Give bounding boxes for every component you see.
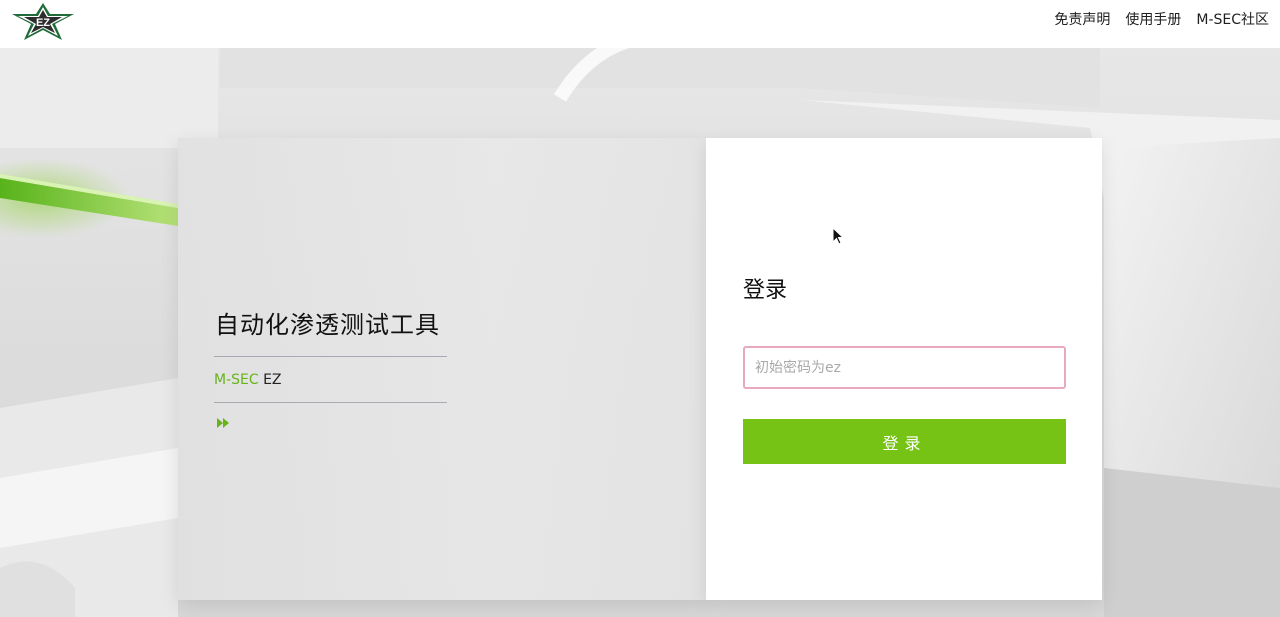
top-navbar: EZ 免责声明 使用手册 M-SEC社区 <box>0 0 1280 48</box>
ez-star-logo-icon[interactable]: EZ <box>10 2 76 42</box>
hero-divider-top <box>214 356 447 357</box>
login-title: 登录 <box>743 278 788 303</box>
login-panel: 登录 登录 <box>706 138 1102 600</box>
password-input[interactable] <box>743 346 1066 389</box>
double-arrow-right-icon[interactable] <box>216 416 230 430</box>
nav-link-disclaimer[interactable]: 免责声明 <box>1054 10 1110 30</box>
hero-panel: 自动化渗透测试工具 M-SEC EZ <box>178 138 706 600</box>
hero-divider-bottom <box>214 402 447 403</box>
logo-text: EZ <box>36 17 50 29</box>
login-button[interactable]: 登录 <box>743 419 1066 464</box>
nav-link-msec-community[interactable]: M-SEC社区 <box>1196 10 1269 30</box>
hero-title: 自动化渗透测试工具 <box>215 311 440 339</box>
hero-product: EZ <box>258 372 282 388</box>
hero-subtitle: M-SEC EZ <box>214 370 282 390</box>
top-nav-links: 免责声明 使用手册 M-SEC社区 <box>1054 10 1269 30</box>
mouse-pointer-icon <box>832 227 844 245</box>
background-scene: 自动化渗透测试工具 M-SEC EZ 登录 登录 <box>0 48 1280 617</box>
nav-link-user-manual[interactable]: 使用手册 <box>1125 10 1181 30</box>
hero-brand: M-SEC <box>214 372 259 388</box>
